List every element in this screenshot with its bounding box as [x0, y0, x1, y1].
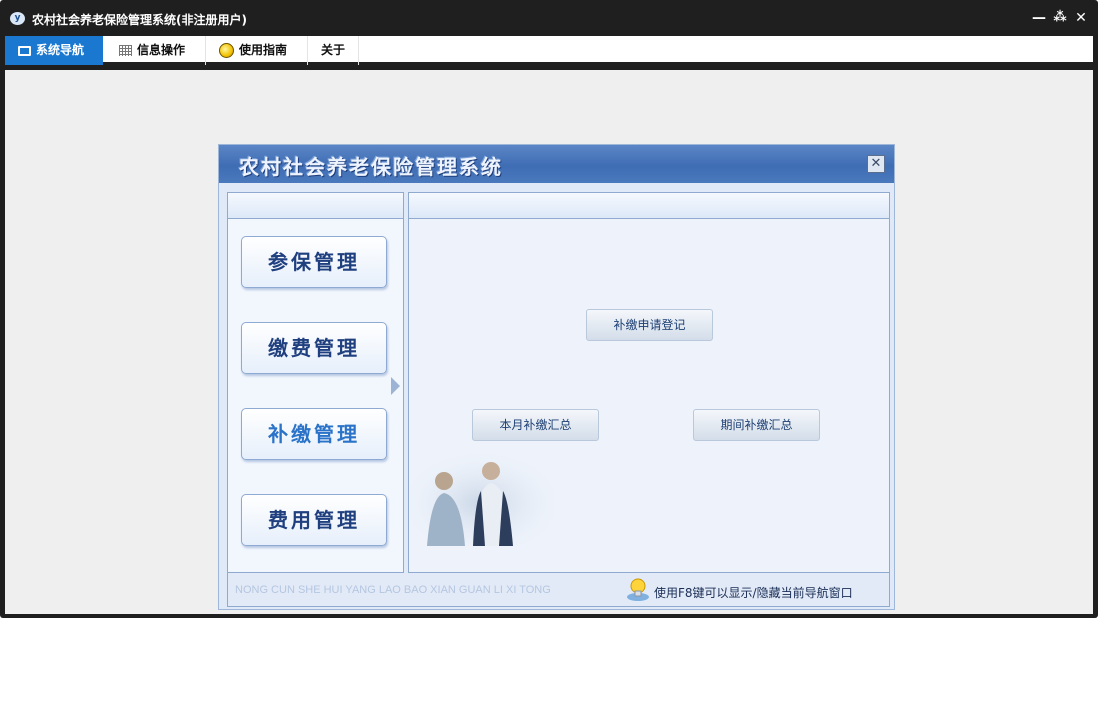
selected-arrow-icon [391, 377, 400, 395]
dialog-footer: NONG CUN SHE HUI YANG LAO BAO XIAN GUAN … [227, 573, 890, 607]
period-summary-button[interactable]: 期间补缴汇总 [693, 409, 820, 441]
monitor-icon [18, 45, 31, 56]
nav-panel: 参保管理 缴费管理 补缴管理 费用管理 [227, 192, 404, 573]
dialog-title: 农村社会养老保险管理系统 [239, 155, 503, 179]
nav-panel-header [228, 193, 403, 219]
monthly-summary-button[interactable]: 本月补缴汇总 [472, 409, 599, 441]
title-bar: y 农村社会养老保险管理系统(非注册用户) — ⁂ ✕ [0, 0, 1098, 36]
tab-label: 信息操作 [137, 43, 186, 57]
tab-label: 系统导航 [36, 43, 85, 57]
nav-button-supplementary-payment[interactable]: 补缴管理 [241, 408, 387, 460]
dialog-header: 农村社会养老保险管理系统 ✕ [219, 145, 894, 183]
grid-icon [119, 45, 132, 56]
action-panel-header [409, 193, 889, 219]
navigation-dialog: 农村社会养老保险管理系统 ✕ 参保管理 缴费管理 补缴管理 费用管理 补缴申请登… [218, 144, 895, 610]
tab-system-navigation[interactable]: 系统导航 [5, 36, 103, 65]
lightbulb-hint-icon [627, 578, 649, 601]
tab-about[interactable]: 关于 [307, 36, 359, 65]
close-button[interactable]: ✕ [1073, 9, 1089, 27]
elderly-couple-photo [409, 451, 554, 546]
app-logo-icon: y [10, 12, 25, 25]
tab-label: 关于 [321, 43, 346, 57]
nav-button-enrollment[interactable]: 参保管理 [241, 236, 387, 288]
tab-user-guide[interactable]: 使用指南 [205, 36, 307, 65]
window-title: 农村社会养老保险管理系统(非注册用户) [32, 13, 247, 27]
lightbulb-icon [219, 43, 234, 58]
nav-button-fees[interactable]: 费用管理 [241, 494, 387, 546]
action-panel: 补缴申请登记 本月补缴汇总 期间补缴汇总 [408, 192, 890, 573]
nav-button-payment[interactable]: 缴费管理 [241, 322, 387, 374]
f8-hint-text: 使用F8键可以显示/隐藏当前导航窗口 [654, 586, 853, 600]
tab-label: 使用指南 [239, 43, 288, 57]
dialog-close-button[interactable]: ✕ [867, 155, 885, 173]
restore-button[interactable]: ⁂ [1052, 9, 1068, 27]
apply-register-button[interactable]: 补缴申请登记 [586, 309, 713, 341]
tab-info-operation[interactable]: 信息操作 [103, 36, 205, 65]
minimize-button[interactable]: — [1031, 9, 1047, 27]
menu-bar: 系统导航 信息操作 使用指南 关于 [5, 36, 1093, 66]
pinyin-caption: NONG CUN SHE HUI YANG LAO BAO XIAN GUAN … [235, 584, 551, 596]
